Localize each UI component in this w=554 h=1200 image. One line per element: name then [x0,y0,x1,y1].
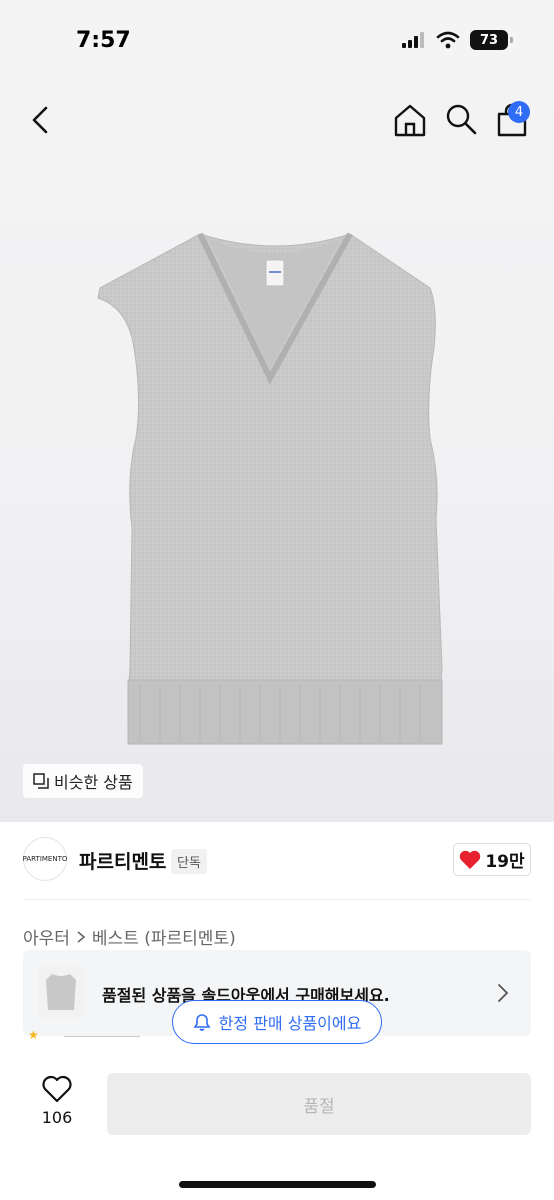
home-icon[interactable] [392,102,428,138]
signal-icon [402,32,424,48]
rating-underline [64,1036,140,1037]
back-icon[interactable] [26,104,56,136]
chevron-right-icon [77,930,86,943]
search-icon[interactable] [444,102,478,136]
status-icons: 73 [402,30,513,50]
breadcrumb-category[interactable]: 아우터 [23,924,70,949]
similar-products-button[interactable]: 비슷한 상품 [23,764,143,798]
wish-count: 106 [41,1108,73,1127]
limited-sale-notice[interactable]: 한정 판매 상품이에요 [172,1000,382,1044]
brand-name[interactable]: 파르티멘토 [79,847,166,874]
chevron-right-icon[interactable] [495,982,511,1004]
home-indicator [179,1181,376,1188]
wifi-icon [436,31,460,49]
heart-outline-icon[interactable] [36,1074,78,1104]
limited-sale-label: 한정 판매 상품이에요 [218,1014,362,1033]
breadcrumb: 아우터 베스트 (파르티멘토) [23,924,236,949]
cart-count-badge: 4 [508,101,530,123]
rating-star-icon: ★ [28,1028,39,1042]
brand-like-count: 19만 [485,852,525,872]
exclusive-badge: 단독 [171,849,207,874]
similar-products-label: 비슷한 상품 [54,773,133,792]
heart-icon [460,850,481,869]
buy-button-soldout[interactable]: 품절 [107,1073,531,1135]
soldout-thumbnail [38,966,84,1018]
product-image-vest[interactable] [90,228,460,750]
status-time: 7:57 [76,28,131,53]
brand-like-button[interactable]: 19만 [453,843,531,876]
bell-icon [193,1014,211,1031]
divider [23,899,531,900]
copy-icon [33,773,49,789]
battery-indicator: 73 [470,30,513,50]
brand-logo[interactable]: PARTIMENTO [23,837,67,881]
breadcrumb-subcategory[interactable]: 베스트 (파르티멘토) [92,924,236,949]
